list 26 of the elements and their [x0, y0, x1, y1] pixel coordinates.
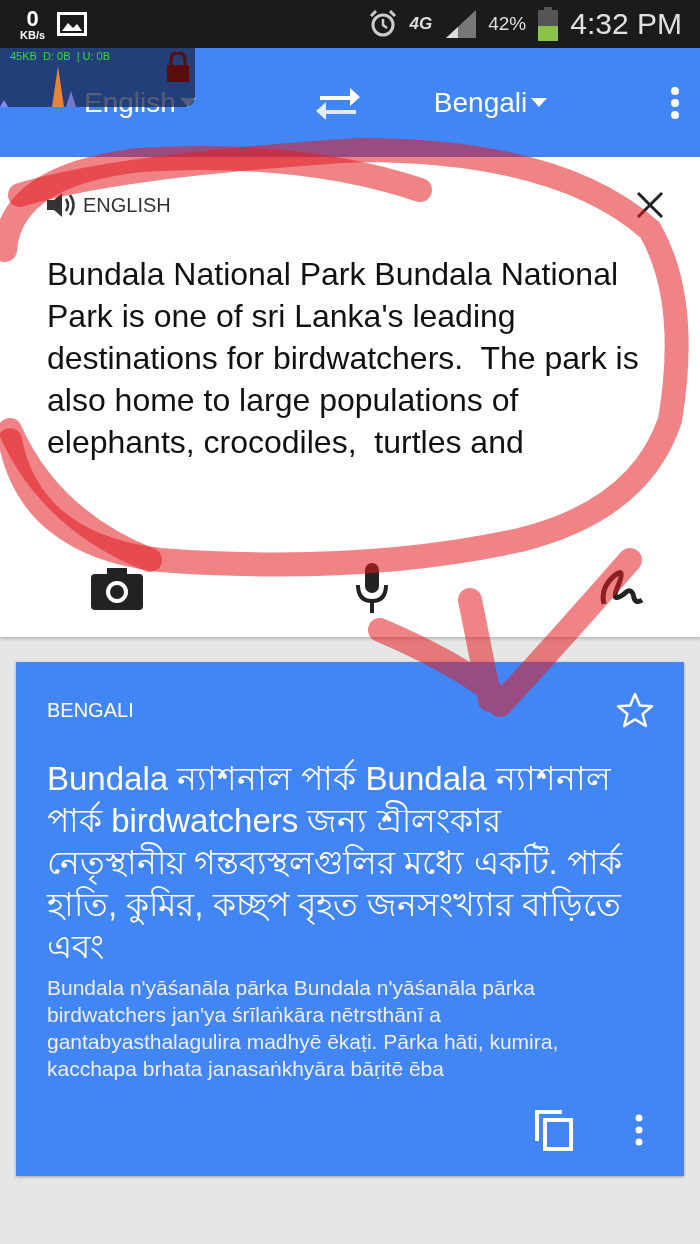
- image-icon: [57, 12, 88, 36]
- alarm-icon: [367, 9, 398, 39]
- camera-icon[interactable]: [91, 566, 143, 610]
- more-icon[interactable]: [670, 86, 680, 119]
- transliteration-text: Bundala n'yāśanāla pārka Bundala n'yāśanāla pārka birdwatchers jan'ya śrīlaṅkāra nētrsthānī a gantabyasthalagulira madhyē ēkaṭi. Pārka hāti, kumira, kacchapa brhata janasaṅkhyāra bāṛitē ēba: [47, 975, 560, 1082]
- battery-percent: 42%: [488, 13, 527, 35]
- caret-icon: [531, 97, 548, 108]
- target-language-dropdown[interactable]: Bengali: [433, 86, 548, 119]
- network-stats: 45KB D: 0B | U: 0B: [10, 50, 111, 62]
- close-icon[interactable]: [636, 191, 664, 219]
- speed-value: 0: [26, 7, 39, 30]
- battery-icon: [538, 7, 559, 41]
- more-icon[interactable]: [634, 1114, 644, 1146]
- network-type: 4G: [409, 14, 433, 34]
- lock-icon: [166, 52, 190, 82]
- speaker-icon[interactable]: [47, 193, 77, 217]
- clock: 4:32 PM: [570, 7, 682, 41]
- signal-icon: [444, 10, 477, 38]
- star-icon[interactable]: [616, 692, 654, 728]
- copy-icon[interactable]: [534, 1109, 574, 1151]
- speed-unit: KB/s: [20, 29, 46, 41]
- source-language-label: ENGLISH: [83, 193, 171, 217]
- source-text[interactable]: Bundala National Park Bundala National Park is one of sri Lanka's leading destinations for birdwatchers. The park is also home to large populations of elephants, crocodiles, turtles and: [47, 253, 647, 463]
- translated-text: Bundala ন্যাশনাল পার্ক Bundala ন্যাশনাল পার্ক birdwatchers জন্য শ্রীলংকার নেতৃস্থানীয় গন্তব্যস্থলগুলির মধ্যে একটি. পার্ক হাতি, কুমির, কচ্ছপ বৃহত জনসংখ্যার বাড়িতে এবং: [47, 758, 624, 967]
- microphone-icon[interactable]: [353, 563, 390, 613]
- target-language-label: BENGALI: [47, 698, 134, 722]
